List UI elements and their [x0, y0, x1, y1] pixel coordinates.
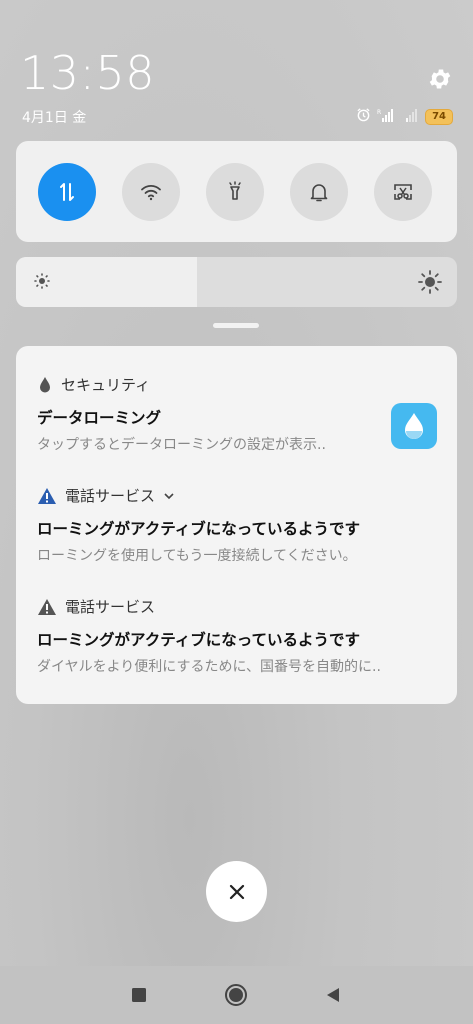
svg-text:R: R [377, 109, 381, 116]
signal-weak-icon [401, 107, 419, 126]
notification-title[interactable]: データローミング [37, 406, 161, 428]
status-icons: R 74 [356, 107, 453, 126]
notification-body[interactable]: ローミングを使用してもう一度接続してください。 [37, 545, 357, 565]
notification-app-name: 電話サービス [65, 598, 156, 616]
notification-app-name: セキュリティ [61, 376, 151, 394]
security-app-icon [391, 403, 437, 449]
clear-notifications-button[interactable] [206, 861, 267, 922]
flashlight-icon [229, 181, 241, 200]
battery-indicator: 74 [425, 108, 453, 125]
notification-title[interactable]: ローミングがアクティブになっているようです [37, 628, 360, 650]
notification-app-header: 電話サービス [37, 596, 155, 617]
bell-icon [310, 184, 328, 202]
quick-settings-panel [16, 141, 457, 242]
brightness-slider[interactable] [16, 257, 457, 307]
alarm-clock-icon [356, 107, 371, 126]
warning-blue-icon [38, 487, 56, 504]
signal-roaming-icon: R [377, 107, 395, 126]
chevron-down-icon[interactable] [163, 491, 175, 501]
brightness-low-icon [32, 271, 52, 295]
brightness-high-icon [417, 269, 443, 299]
notification-body[interactable]: タップするとデータローミングの設定が表示.. [37, 434, 326, 454]
notification-group: セキュリティ データローミング タップするとデータローミングの設定が表示.. 電… [16, 346, 457, 704]
wifi-toggle[interactable] [122, 163, 180, 221]
data-arrows-icon [60, 183, 74, 201]
recents-button[interactable] [130, 986, 148, 1008]
clock-time: 13:58 [20, 46, 156, 100]
notification-body[interactable]: ダイヤルをより便利にするために、国番号を自動的に.. [37, 656, 381, 676]
screenshot-toggle[interactable] [374, 163, 432, 221]
date-label: 4月1日 金 [22, 110, 87, 126]
flashlight-toggle[interactable] [206, 163, 264, 221]
mobile-data-toggle[interactable] [38, 163, 96, 221]
home-button[interactable] [224, 983, 248, 1011]
close-icon [229, 884, 244, 899]
notification-app-header: セキュリティ [37, 374, 150, 395]
notification-app-header[interactable]: 電話サービス [37, 485, 175, 506]
square-icon [132, 988, 146, 1002]
warning-gray-icon [38, 598, 56, 615]
scissors-screenshot-icon [394, 184, 412, 200]
gear-icon[interactable] [427, 66, 453, 92]
navigation-bar [0, 966, 473, 1024]
wifi-icon [141, 185, 161, 201]
notification-app-name: 電話サービス [65, 487, 156, 505]
back-triangle-icon [327, 988, 339, 1002]
ringer-toggle[interactable] [290, 163, 348, 221]
drop-icon [40, 376, 50, 392]
notification-title[interactable]: ローミングがアクティブになっているようです [37, 517, 360, 539]
drag-handle[interactable] [213, 323, 259, 328]
home-circle-icon [225, 984, 247, 1006]
back-button[interactable] [324, 986, 342, 1008]
